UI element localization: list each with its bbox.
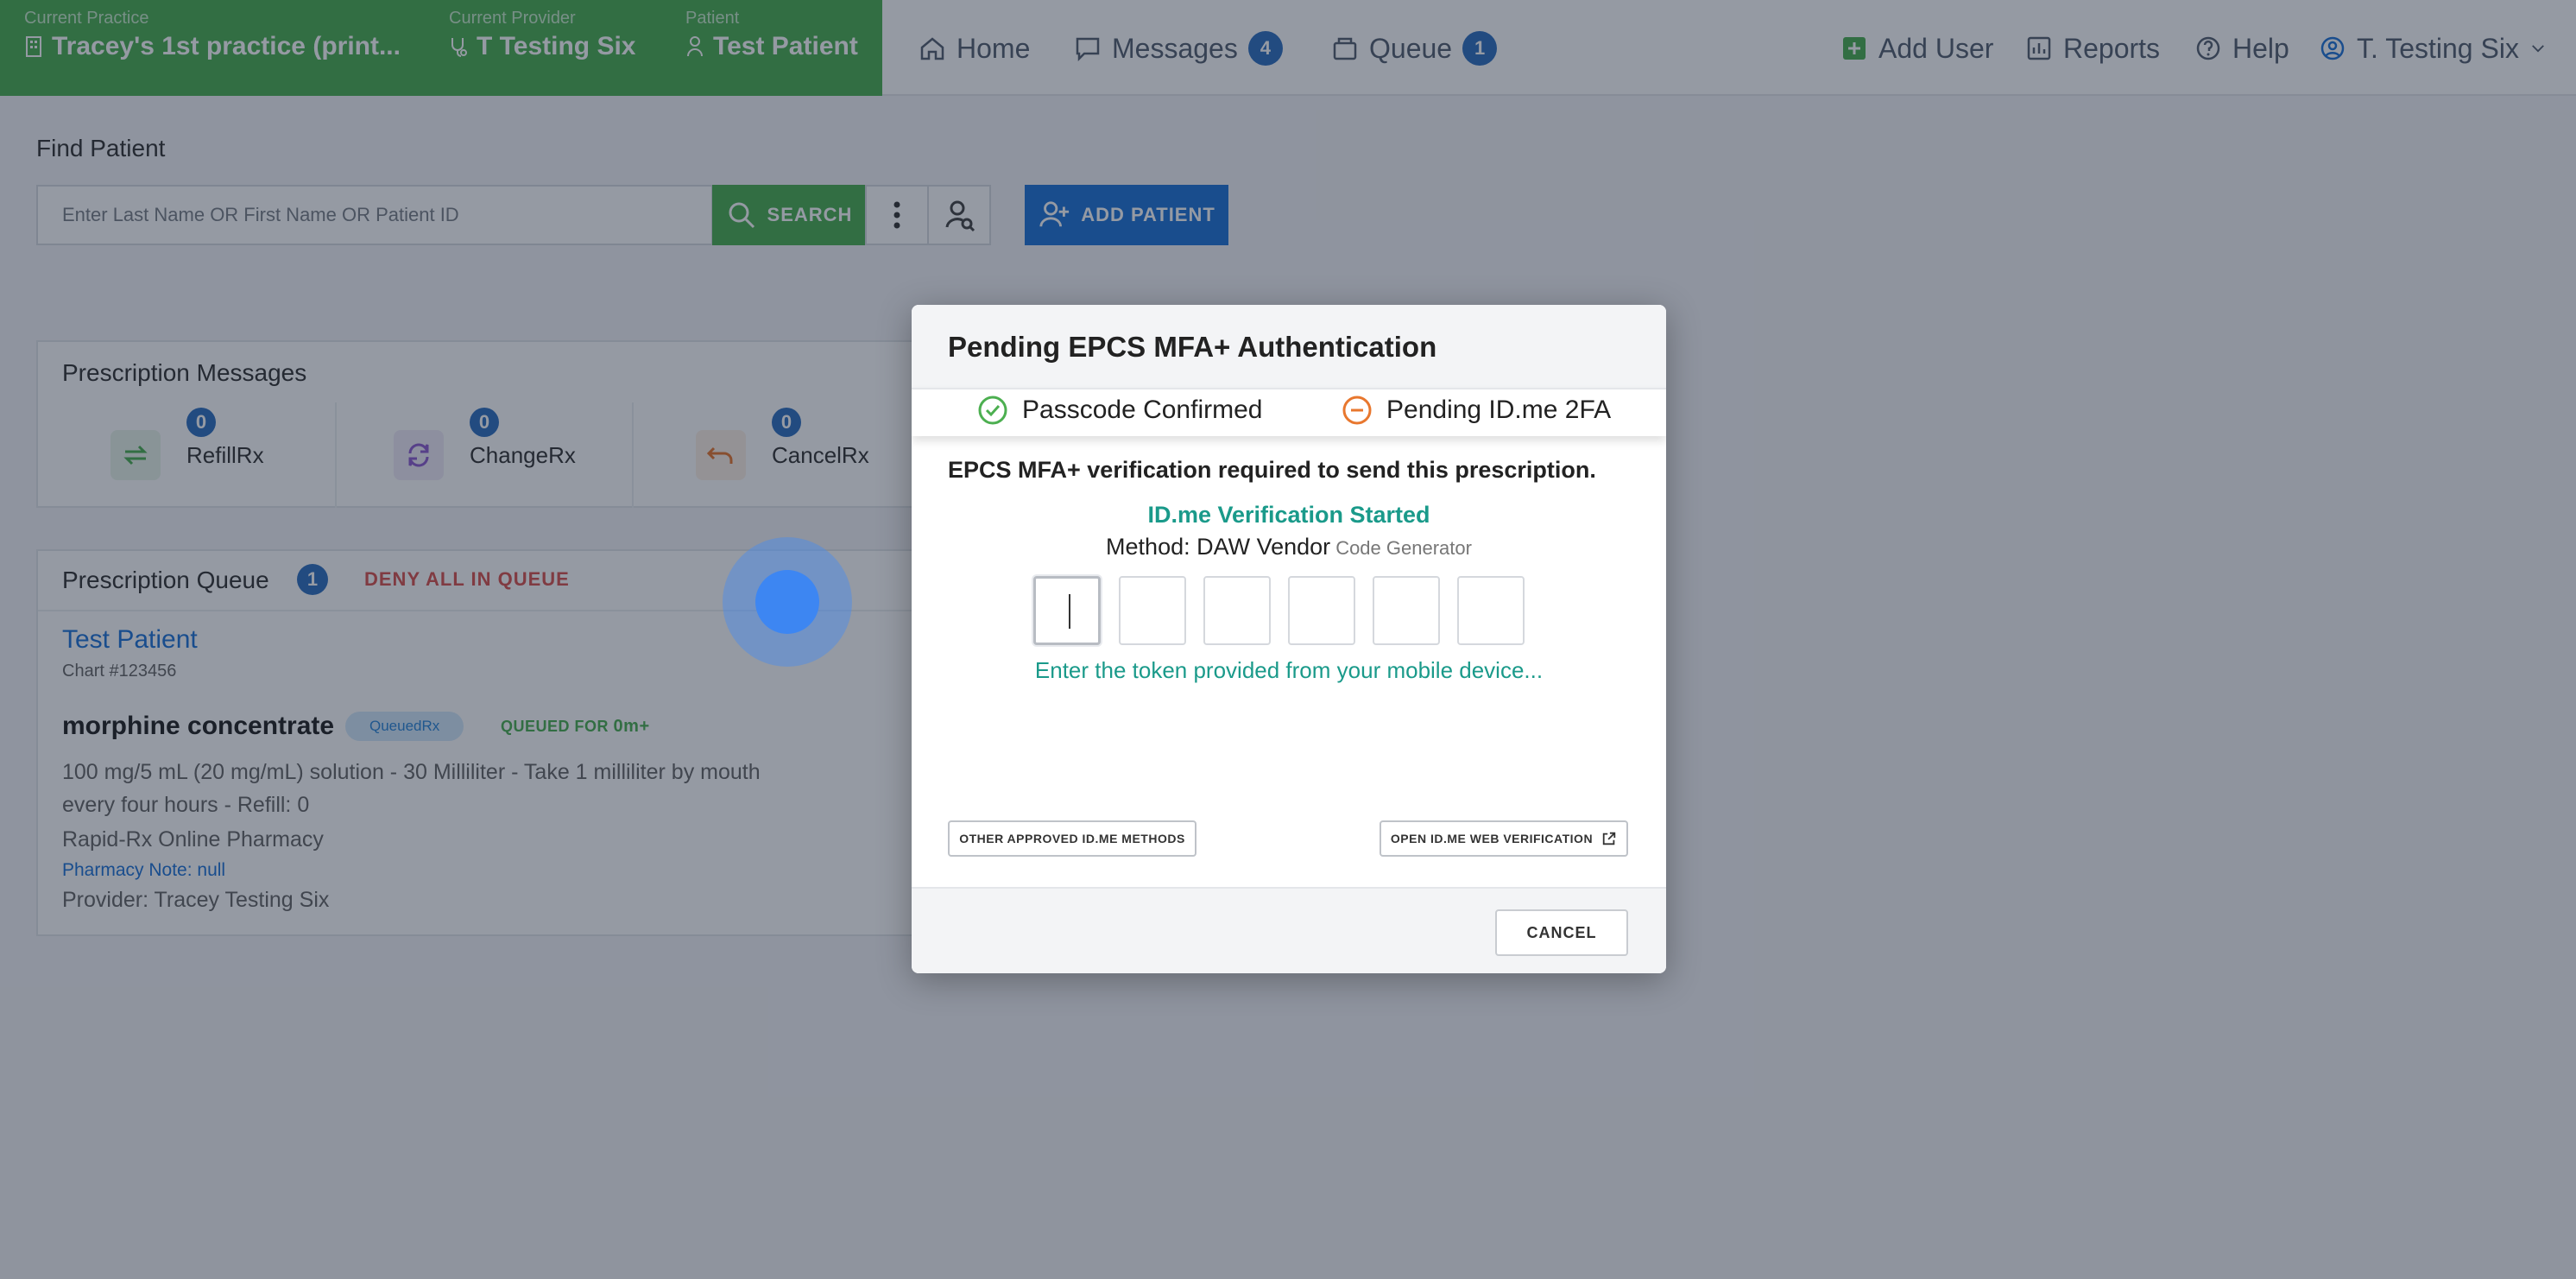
other-methods-button[interactable]: OTHER APPROVED ID.ME METHODS (948, 820, 1196, 857)
code-digit-1[interactable] (1033, 576, 1101, 645)
code-digit-3[interactable] (1203, 576, 1271, 645)
step-passcode-confirmed: Passcode Confirmed (977, 395, 1262, 426)
code-digit-2[interactable] (1119, 576, 1186, 645)
modal-footer: CANCEL (912, 887, 1666, 973)
modal-header: Pending EPCS MFA+ Authentication (912, 305, 1666, 388)
code-digit-6[interactable] (1457, 576, 1525, 645)
verification-method: Method: DAW Vendor Code Generator (912, 534, 1666, 560)
cancel-button[interactable]: CANCEL (1495, 909, 1628, 956)
code-digit-5[interactable] (1373, 576, 1440, 645)
modal-title: Pending EPCS MFA+ Authentication (948, 331, 1437, 363)
method-sub-label: Code Generator (1335, 537, 1472, 559)
verification-required-text: EPCS MFA+ verification required to send … (948, 457, 1596, 483)
other-methods-label: OTHER APPROVED ID.ME METHODS (959, 832, 1185, 845)
auth-steps: Passcode Confirmed Pending ID.me 2FA (912, 388, 1666, 436)
epcs-auth-modal: Pending EPCS MFA+ Authentication Passcod… (912, 305, 1666, 973)
open-web-verification-label: OPEN ID.ME WEB VERIFICATION (1390, 832, 1594, 845)
external-link-icon (1602, 832, 1616, 845)
step1-label: Passcode Confirmed (1022, 396, 1263, 424)
open-web-verification-button[interactable]: OPEN ID.ME WEB VERIFICATION (1380, 820, 1628, 857)
cursor-dot (755, 570, 819, 634)
step2-label: Pending ID.me 2FA (1386, 396, 1612, 424)
step-pending-2fa: Pending ID.me 2FA (1342, 395, 1611, 426)
token-hint-text: Enter the token provided from your mobil… (1034, 657, 1544, 683)
check-circle-icon (978, 396, 1007, 425)
method-label: Method: DAW Vendor (1106, 534, 1331, 560)
code-digit-4[interactable] (1288, 576, 1355, 645)
verification-started-text: ID.me Verification Started (1147, 502, 1430, 528)
minus-circle-icon (1342, 396, 1372, 425)
